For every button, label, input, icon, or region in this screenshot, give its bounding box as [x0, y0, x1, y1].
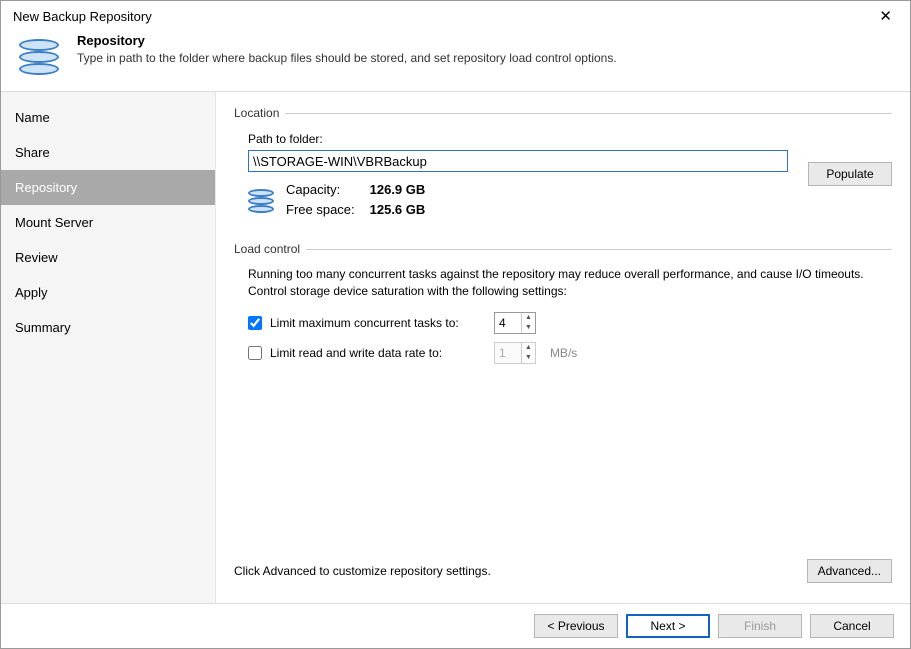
- path-label: Path to folder:: [234, 130, 892, 150]
- capacity-label: Capacity:: [286, 180, 366, 200]
- sidebar-item-mount-server[interactable]: Mount Server: [1, 205, 215, 240]
- limit-rate-checkbox[interactable]: [248, 346, 262, 360]
- titlebar: New Backup Repository ✕: [1, 1, 910, 29]
- footer: < Previous Next > Finish Cancel: [1, 603, 910, 648]
- limit-rate-stepper: ▲ ▼: [494, 342, 536, 364]
- load-control-group: Load control Running too many concurrent…: [234, 242, 892, 376]
- limit-tasks-stepper[interactable]: ▲ ▼: [494, 312, 536, 334]
- window-title: New Backup Repository: [13, 9, 152, 24]
- limit-rate-unit: MB/s: [550, 346, 577, 360]
- path-input[interactable]: [248, 150, 788, 172]
- sidebar-item-name[interactable]: Name: [1, 100, 215, 135]
- limit-tasks-down-icon[interactable]: ▼: [522, 323, 535, 333]
- limit-tasks-label: Limit maximum concurrent tasks to:: [270, 316, 486, 330]
- header-title: Repository: [77, 33, 617, 48]
- sidebar-item-repository[interactable]: Repository: [1, 170, 215, 205]
- load-control-description: Running too many concurrent tasks agains…: [234, 266, 892, 308]
- advanced-button[interactable]: Advanced...: [807, 559, 892, 583]
- limit-tasks-up-icon[interactable]: ▲: [522, 313, 535, 323]
- free-space-label: Free space:: [286, 200, 366, 220]
- finish-button: Finish: [718, 614, 802, 638]
- next-button[interactable]: Next >: [626, 614, 710, 638]
- sidebar-item-summary[interactable]: Summary: [1, 310, 215, 345]
- limit-tasks-input[interactable]: [495, 313, 521, 333]
- capacity-value: 126.9 GB: [370, 182, 426, 197]
- repository-icon: [15, 33, 63, 81]
- advanced-hint: Click Advanced to customize repository s…: [234, 564, 491, 578]
- limit-rate-input: [495, 343, 521, 363]
- cancel-button[interactable]: Cancel: [810, 614, 894, 638]
- sidebar-item-share[interactable]: Share: [1, 135, 215, 170]
- storage-icon: [248, 187, 274, 213]
- location-legend: Location: [234, 106, 285, 120]
- body: Name Share Repository Mount Server Revie…: [1, 92, 910, 603]
- main-panel: Location Path to folder: Capacity: 126.9…: [216, 92, 910, 603]
- load-control-legend: Load control: [234, 242, 306, 256]
- free-space-value: 125.6 GB: [370, 202, 426, 217]
- limit-tasks-checkbox[interactable]: [248, 316, 262, 330]
- dialog-window: New Backup Repository ✕ Repository Type …: [0, 0, 911, 649]
- limit-rate-label: Limit read and write data rate to:: [270, 346, 486, 360]
- sidebar-item-apply[interactable]: Apply: [1, 275, 215, 310]
- limit-rate-down-icon: ▼: [522, 353, 535, 363]
- wizard-header: Repository Type in path to the folder wh…: [1, 29, 910, 92]
- location-group: Location Path to folder: Capacity: 126.9…: [234, 106, 892, 232]
- previous-button[interactable]: < Previous: [534, 614, 618, 638]
- wizard-steps-sidebar: Name Share Repository Mount Server Revie…: [1, 92, 216, 603]
- sidebar-item-review[interactable]: Review: [1, 240, 215, 275]
- header-subtitle: Type in path to the folder where backup …: [77, 51, 617, 65]
- limit-rate-up-icon: ▲: [522, 343, 535, 353]
- close-icon[interactable]: ✕: [873, 7, 898, 25]
- populate-button[interactable]: Populate: [808, 162, 892, 186]
